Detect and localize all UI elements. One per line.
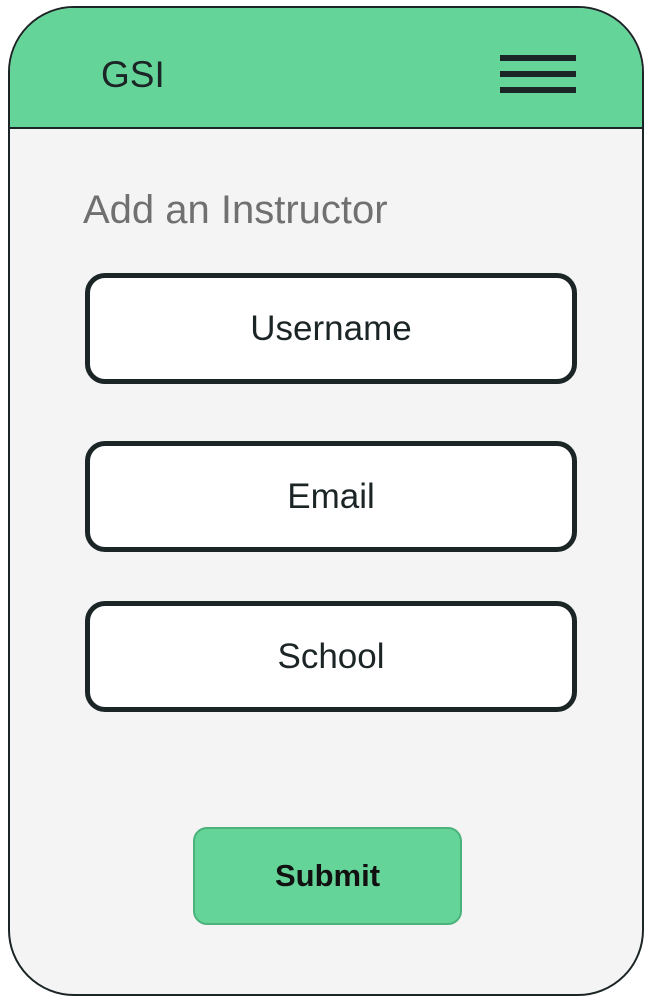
email-field[interactable] [85,441,577,552]
email-input[interactable] [90,446,572,547]
app-header: GSI [10,8,642,129]
school-input[interactable] [90,606,572,707]
hamburger-menu-icon [500,55,576,61]
school-field[interactable] [85,601,577,712]
app-title: GSI [101,54,165,95]
page-title: Add an Instructor [83,188,388,232]
submit-button[interactable]: Submit [193,827,462,925]
username-input[interactable] [90,278,572,379]
menu-button[interactable] [498,55,578,97]
phone-frame: GSI Add an Instructor Submit [8,6,644,996]
username-field[interactable] [85,273,577,384]
hamburger-menu-icon-bar [500,87,576,93]
hamburger-menu-icon-bar [500,71,576,77]
